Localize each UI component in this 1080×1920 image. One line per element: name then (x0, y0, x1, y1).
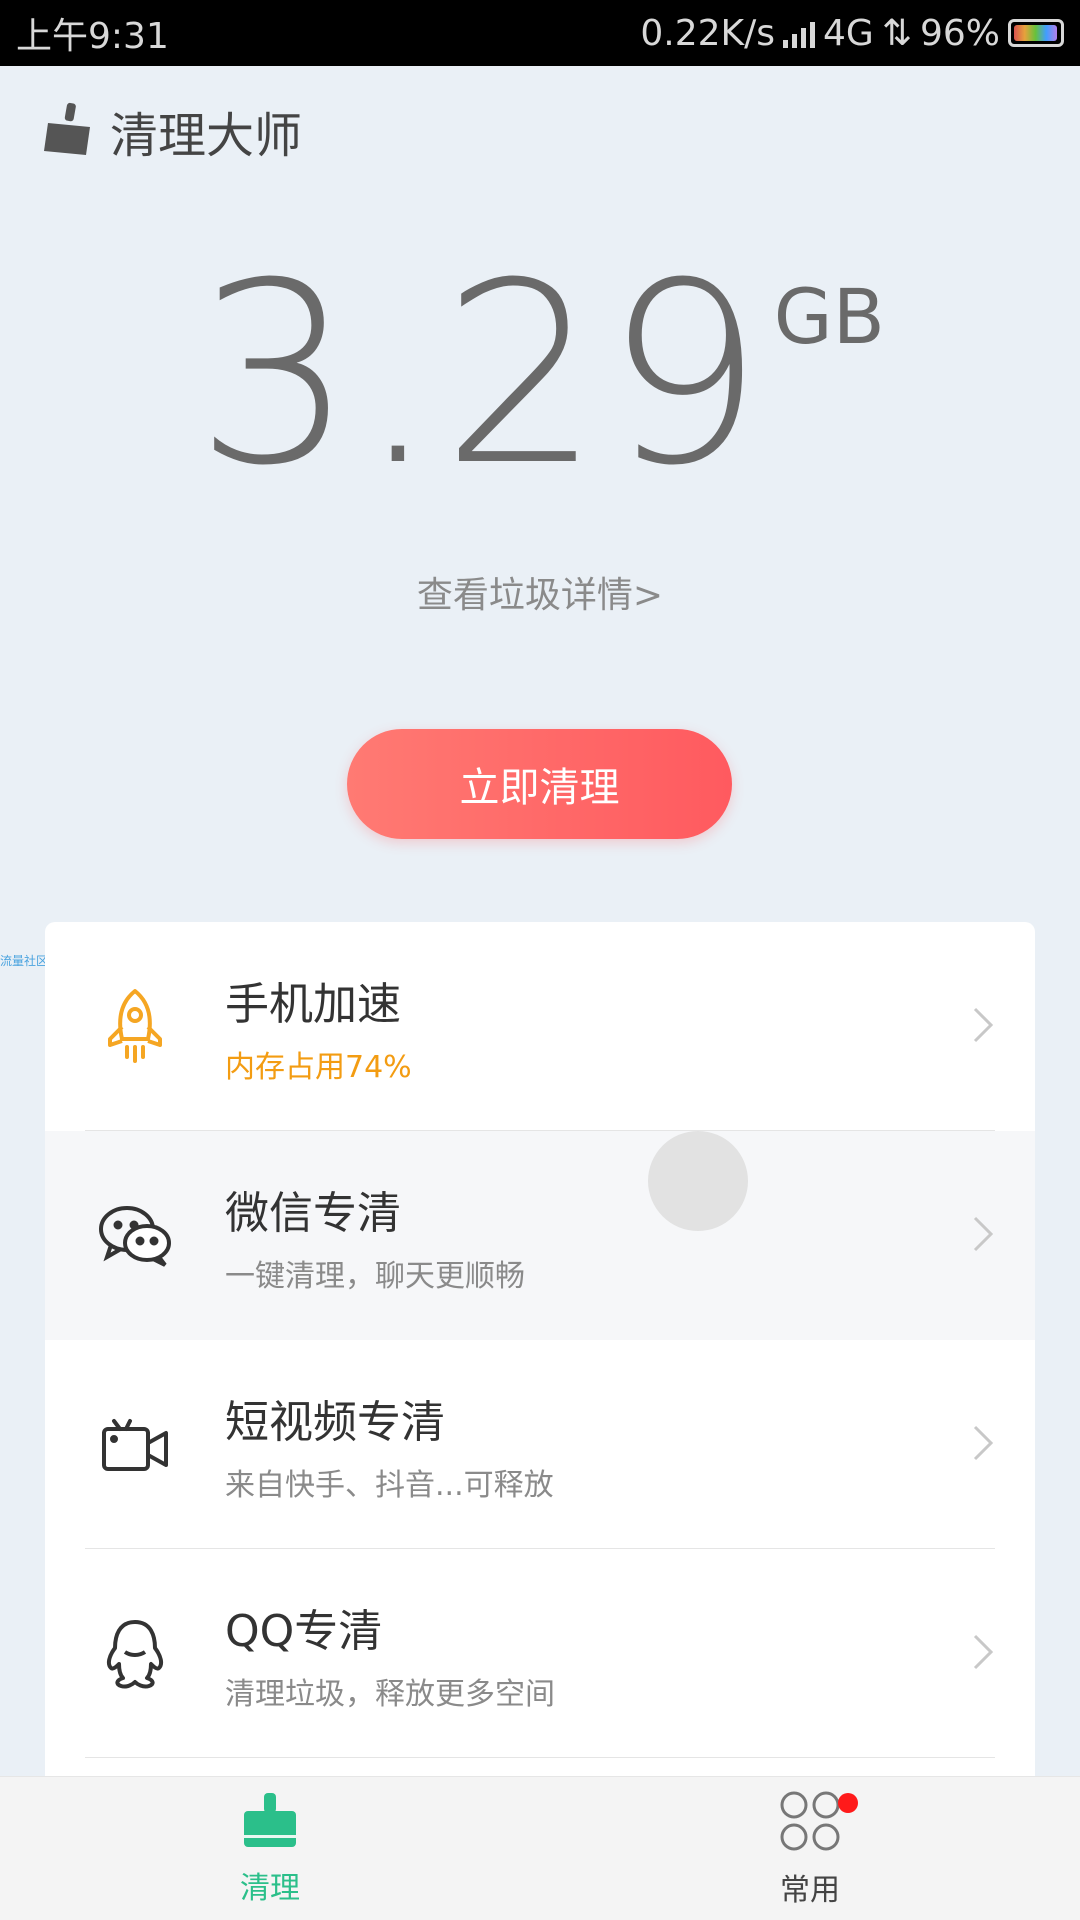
broom-icon (40, 101, 96, 161)
chevron-right-icon (971, 1005, 995, 1049)
feature-list: 手机加速 内存占用74% 微信专清 一键清理，聊天更顺畅 短视频专清 来自快手、… (45, 922, 1035, 1920)
feature-title: 手机加速 (225, 978, 401, 1030)
status-bar: 上午9:31 0.22K/s 4G ⇅ 96% (0, 0, 1080, 66)
side-watermark: 流量社区 (0, 954, 49, 968)
chevron-right-icon (971, 1423, 995, 1467)
battery-percent: 96% (919, 12, 1000, 54)
feature-title: QQ专清 (225, 1605, 383, 1657)
divider (85, 1757, 995, 1758)
feature-row-short-video-clean[interactable]: 短视频专清 来自快手、抖音...可释放 (45, 1340, 1035, 1549)
junk-size-unit: GB (773, 272, 885, 361)
feature-subtitle: 清理垃圾，释放更多空间 (225, 1676, 555, 1712)
clean-now-button[interactable]: 立即清理 (347, 729, 732, 839)
wechat-icon (95, 1196, 175, 1276)
feature-subtitle: 来自快手、抖音...可释放 (225, 1467, 554, 1503)
junk-size-value: 3.29 (195, 229, 768, 520)
status-indicators: 0.22K/s 4G ⇅ 96% (640, 13, 1064, 54)
nav-tab-common[interactable]: 常用 (540, 1777, 1080, 1920)
data-activity-icon: ⇅ (881, 12, 912, 54)
video-camera-icon (95, 1405, 175, 1485)
bottom-nav: 清理 常用 (0, 1776, 1080, 1920)
feature-title: 微信专清 (225, 1187, 401, 1239)
app-header: 清理大师 (40, 96, 302, 166)
qq-penguin-icon (95, 1614, 175, 1694)
app-title: 清理大师 (110, 108, 303, 164)
nav-label: 清理 (240, 1870, 300, 1906)
touch-ripple (648, 1131, 748, 1231)
feature-subtitle: 内存占用74% (225, 1049, 412, 1085)
feature-row-phone-boost[interactable]: 手机加速 内存占用74% (45, 922, 1035, 1131)
battery-icon (1008, 19, 1064, 47)
chevron-right-icon (971, 1214, 995, 1258)
rocket-icon (95, 987, 175, 1067)
feature-row-qq-clean[interactable]: QQ专清 清理垃圾，释放更多空间 (45, 1549, 1035, 1758)
feature-title: 短视频专清 (225, 1396, 445, 1448)
junk-size-display: 3.29GB (0, 250, 1080, 500)
apps-grid-icon (778, 1789, 842, 1857)
notification-badge (838, 1793, 858, 1813)
junk-detail-link[interactable]: 查看垃圾详情> (0, 566, 1080, 618)
feature-row-wechat-clean[interactable]: 微信专清 一键清理，聊天更顺畅 (45, 1131, 1035, 1340)
network-type: 4G (823, 12, 874, 54)
network-speed: 0.22K/s (640, 12, 775, 54)
chevron-right-icon (971, 1632, 995, 1676)
status-time: 上午9:31 (16, 16, 169, 57)
signal-icon (783, 18, 815, 48)
nav-label: 常用 (780, 1872, 840, 1908)
broom-icon (240, 1791, 300, 1855)
nav-tab-clean[interactable]: 清理 (0, 1777, 540, 1920)
feature-subtitle: 一键清理，聊天更顺畅 (225, 1258, 525, 1294)
